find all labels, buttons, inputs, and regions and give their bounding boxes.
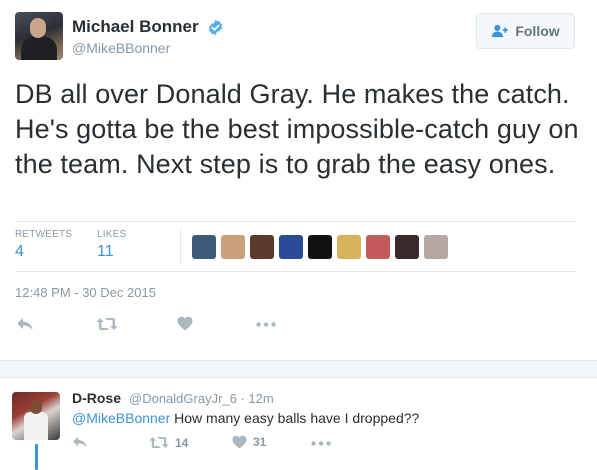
tweet-text: DB all over Donald Gray. He makes the ca…	[15, 79, 579, 179]
more-button[interactable]	[256, 322, 276, 327]
liker-avatar-4[interactable]	[279, 235, 303, 259]
reply-icon	[73, 436, 87, 448]
more-icon	[256, 322, 276, 327]
liker-avatar-3[interactable]	[250, 235, 274, 259]
more-icon	[311, 441, 331, 446]
reply-like-count: 31	[253, 435, 267, 449]
retweets-count: 4	[15, 243, 24, 260]
retweets-label: RETWEETS	[15, 229, 73, 240]
stats-divider-bottom	[15, 271, 575, 272]
liker-avatar-1[interactable]	[192, 235, 216, 259]
reply-body: How many easy balls have I dropped??	[170, 410, 420, 426]
reply-text: @MikeBBonner How many easy balls have I …	[72, 410, 419, 426]
liker-avatar-7[interactable]	[366, 235, 390, 259]
heart-icon	[232, 435, 247, 449]
reply-button[interactable]	[16, 316, 34, 332]
avatar-head	[30, 400, 42, 414]
liker-avatar-8[interactable]	[395, 235, 419, 259]
follow-label: Follow	[515, 23, 560, 39]
like-button[interactable]	[177, 316, 193, 331]
main-tweet: Michael Bonner @MikeBBonner Follow DB al…	[0, 0, 597, 360]
thread-connector-line	[35, 444, 38, 470]
reply-retweet-count: 14	[175, 435, 189, 450]
author-handle[interactable]: @MikeBBonner	[72, 40, 170, 56]
stats-divider-top	[15, 221, 575, 222]
retweet-button[interactable]	[96, 316, 118, 332]
author-avatar[interactable]	[15, 12, 63, 60]
reply-mention-link[interactable]: @MikeBBonner	[72, 410, 170, 426]
likes-count: 11	[97, 243, 114, 260]
reply-tweet: D-Rose @DonaldGrayJr_6 · 12m @MikeBBonne…	[0, 378, 597, 470]
reply-retweet-button[interactable]: 14	[149, 435, 188, 450]
thread-gap	[0, 360, 597, 378]
verified-badge-icon	[208, 19, 223, 36]
avatar-figure-face	[30, 18, 46, 38]
add-user-icon	[492, 24, 509, 38]
reply-more-button[interactable]	[311, 441, 331, 446]
stats-separator	[180, 228, 181, 264]
author-name[interactable]: Michael Bonner	[72, 17, 199, 37]
reply-icon	[17, 318, 33, 330]
likers-avatars	[192, 235, 448, 259]
liker-avatar-9[interactable]	[424, 235, 448, 259]
avatar-figure-body	[21, 36, 57, 60]
liker-avatar-2[interactable]	[221, 235, 245, 259]
retweets-stat[interactable]: RETWEETS 4	[15, 229, 72, 261]
retweet-icon	[149, 437, 169, 448]
reply-reply-button[interactable]	[72, 435, 88, 449]
follow-button[interactable]: Follow	[476, 13, 575, 49]
likes-label: LIKES	[97, 229, 127, 240]
reply-author-handle[interactable]: @DonaldGrayJr_6 · 12m	[129, 391, 274, 406]
reply-like-button[interactable]: 31	[232, 435, 266, 449]
tweet-timestamp[interactable]: 12:48 PM - 30 Dec 2015	[15, 285, 156, 300]
reply-author-name[interactable]: D-Rose	[72, 390, 121, 406]
likes-stat[interactable]: LIKES 11	[97, 229, 126, 261]
liker-avatar-6[interactable]	[337, 235, 361, 259]
retweet-icon	[96, 318, 118, 330]
avatar-jersey	[24, 412, 48, 440]
reply-author-avatar[interactable]	[12, 392, 60, 440]
liker-avatar-5[interactable]	[308, 235, 332, 259]
heart-icon	[177, 316, 193, 331]
